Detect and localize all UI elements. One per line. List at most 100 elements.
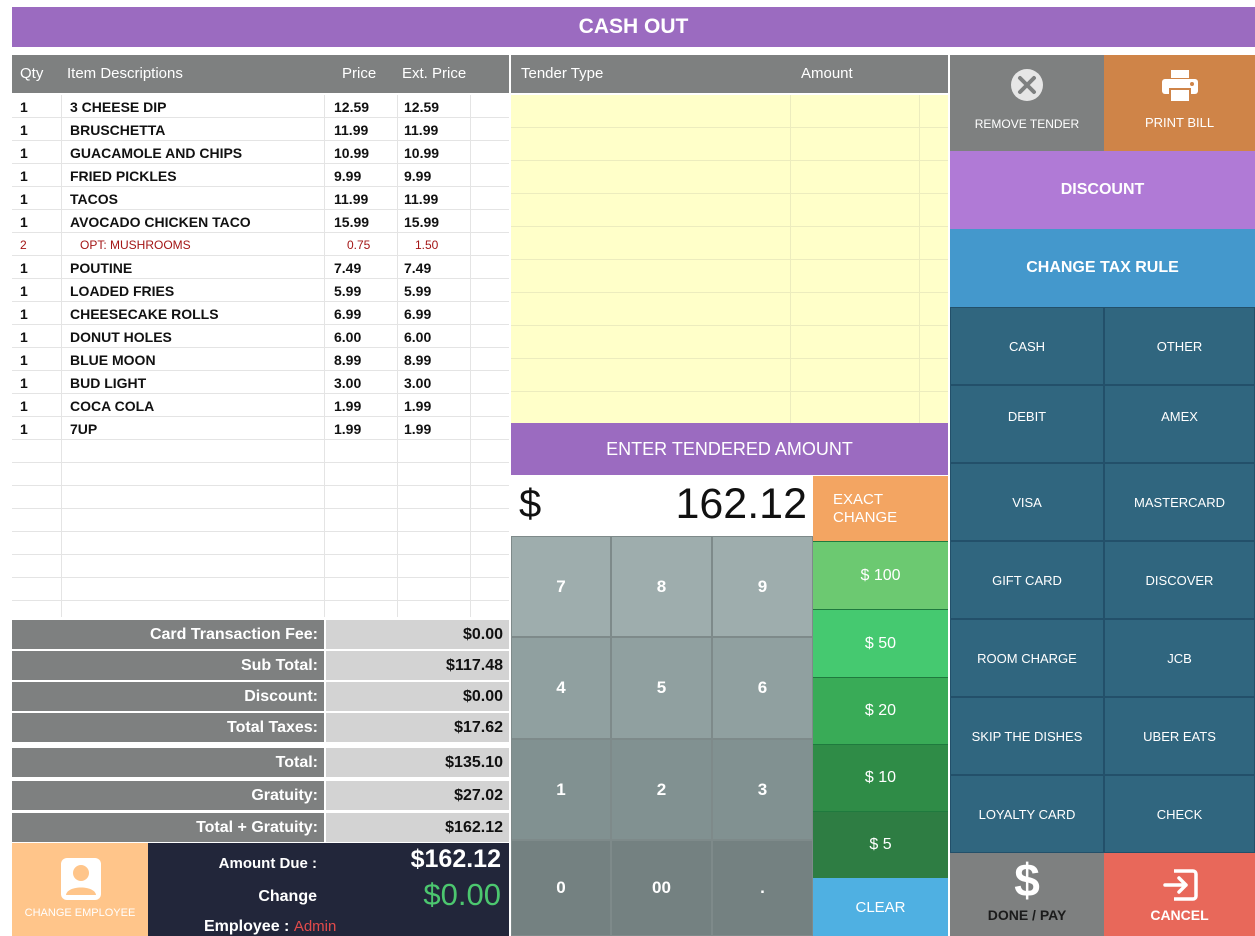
pay-amex-button[interactable]: AMEX bbox=[1104, 385, 1255, 463]
row-description: GUACAMOLE AND CHIPS bbox=[70, 145, 243, 161]
print-bill-button[interactable]: PRINT BILL bbox=[1104, 55, 1255, 151]
keypad-00[interactable]: 00 bbox=[611, 840, 712, 936]
pay-skip-the-dishes-button[interactable]: SKIP THE DISHES bbox=[950, 697, 1104, 775]
row-description: BUD LIGHT bbox=[70, 375, 147, 391]
table-row-empty bbox=[12, 555, 509, 578]
pay-mastercard-button[interactable]: MASTERCARD bbox=[1104, 463, 1255, 541]
keypad-9[interactable]: 9 bbox=[712, 536, 813, 637]
row-price: 10.99 bbox=[334, 145, 370, 161]
change-tax-rule-button[interactable]: CHANGE TAX RULE bbox=[950, 229, 1255, 307]
keypad-2[interactable]: 2 bbox=[611, 739, 712, 840]
table-row[interactable]: 1 LOADED FRIES 5.99 5.99 bbox=[12, 279, 509, 302]
row-description: TACOS bbox=[70, 191, 118, 207]
row-ext-price: 1.99 bbox=[404, 421, 432, 437]
row-description: COCA COLA bbox=[70, 398, 155, 414]
row-ext-price: 10.99 bbox=[404, 145, 440, 161]
enter-tendered-amount-bar: ENTER TENDERED AMOUNT bbox=[511, 423, 948, 475]
change-value: $0.00 bbox=[423, 877, 501, 912]
table-row[interactable]: 1 GUACAMOLE AND CHIPS 10.99 10.99 bbox=[12, 141, 509, 164]
pay-cash-button[interactable]: CASH bbox=[950, 307, 1104, 385]
table-row[interactable]: 1 BUD LIGHT 3.00 3.00 bbox=[12, 371, 509, 394]
table-row-option[interactable]: 2 OPT: MUSHROOMS 0.75 1.50 bbox=[12, 233, 509, 256]
items-table-body: 1 3 CHEESE DIP 12.59 12.59 1 BRUSCHETTA … bbox=[12, 95, 509, 617]
column-divider bbox=[61, 95, 62, 617]
table-row[interactable]: 1 COCA COLA 1.99 1.99 bbox=[12, 394, 509, 417]
pay-check-button[interactable]: CHECK bbox=[1104, 775, 1255, 853]
row-price: 8.99 bbox=[334, 352, 362, 368]
pay-uber-eats-button[interactable]: UBER EATS bbox=[1104, 697, 1255, 775]
row-ext-price: 6.99 bbox=[404, 306, 432, 322]
keypad-7[interactable]: 7 bbox=[511, 536, 611, 637]
pay-visa-button[interactable]: VISA bbox=[950, 463, 1104, 541]
tendered-amount-value: 162.12 bbox=[675, 480, 807, 528]
currency-symbol: $ bbox=[519, 482, 542, 526]
row-qty: 1 bbox=[20, 398, 28, 414]
table-row[interactable]: 1 AVOCADO CHICKEN TACO 15.99 15.99 bbox=[12, 210, 509, 233]
row-qty: 1 bbox=[20, 99, 28, 115]
cancel-button[interactable]: CANCEL bbox=[1104, 853, 1255, 936]
pay-debit-button[interactable]: DEBIT bbox=[950, 385, 1104, 463]
table-row-empty bbox=[12, 440, 509, 463]
table-row[interactable]: 1 BLUE MOON 8.99 8.99 bbox=[12, 348, 509, 371]
row-price: 11.99 bbox=[334, 122, 369, 138]
row-price: 1.99 bbox=[334, 398, 362, 414]
close-circle-icon bbox=[1009, 67, 1045, 103]
table-row[interactable]: 1 CHEESECAKE ROLLS 6.99 6.99 bbox=[12, 302, 509, 325]
done-pay-button[interactable]: $ DONE / PAY bbox=[950, 853, 1104, 936]
pay-gift-card-button[interactable]: GIFT CARD bbox=[950, 541, 1104, 619]
row-qty: 1 bbox=[20, 283, 28, 299]
cash-10-button[interactable]: $ 10 bbox=[813, 744, 948, 811]
exact-change-button[interactable]: EXACT CHANGE bbox=[813, 476, 948, 541]
pay-other-button[interactable]: OTHER bbox=[1104, 307, 1255, 385]
pay-loyalty-card-button[interactable]: LOYALTY CARD bbox=[950, 775, 1104, 853]
row-description: AVOCADO CHICKEN TACO bbox=[70, 214, 251, 230]
tender-list[interactable] bbox=[511, 95, 948, 423]
keypad-0[interactable]: 0 bbox=[511, 840, 611, 936]
cash-20-button[interactable]: $ 20 bbox=[813, 677, 948, 744]
discount-button[interactable]: DISCOUNT bbox=[950, 151, 1255, 229]
print-bill-label: PRINT BILL bbox=[1144, 115, 1215, 130]
keypad-8[interactable]: 8 bbox=[611, 536, 712, 637]
change-employee-button[interactable]: CHANGE EMPLOYEE bbox=[12, 843, 148, 936]
row-qty: 1 bbox=[20, 191, 28, 207]
keypad-6[interactable]: 6 bbox=[712, 637, 813, 739]
table-row[interactable]: 1 BRUSCHETTA 11.99 11.99 bbox=[12, 118, 509, 141]
tendered-amount-input[interactable]: $ 162.12 bbox=[511, 476, 813, 534]
table-row[interactable]: 1 FRIED PICKLES 9.99 9.99 bbox=[12, 164, 509, 187]
amount-due-value: $162.12 bbox=[410, 845, 501, 873]
table-row[interactable]: 1 7UP 1.99 1.99 bbox=[12, 417, 509, 440]
row-description: BLUE MOON bbox=[70, 352, 156, 368]
clear-button[interactable]: CLEAR bbox=[813, 878, 948, 936]
row-qty: 1 bbox=[20, 122, 28, 138]
table-row[interactable]: 1 3 CHEESE DIP 12.59 12.59 bbox=[12, 95, 509, 118]
qty-column-header: Qty bbox=[20, 65, 44, 82]
pay-jcb-button[interactable]: JCB bbox=[1104, 619, 1255, 697]
cash-50-button[interactable]: $ 50 bbox=[813, 609, 948, 677]
keypad-4[interactable]: 4 bbox=[511, 637, 611, 739]
keypad-5[interactable]: 5 bbox=[611, 637, 712, 739]
row-description: DONUT HOLES bbox=[70, 329, 172, 345]
row-description: 7UP bbox=[70, 421, 98, 437]
exit-icon bbox=[1162, 867, 1198, 903]
table-row[interactable]: 1 POUTINE 7.49 7.49 bbox=[12, 256, 509, 279]
row-ext-price: 11.99 bbox=[404, 122, 439, 138]
row-price: 0.75 bbox=[347, 238, 371, 252]
keypad-1[interactable]: 1 bbox=[511, 739, 611, 840]
table-row-empty bbox=[12, 509, 509, 532]
cash-5-button[interactable]: $ 5 bbox=[813, 811, 948, 878]
discount-label: Discount: bbox=[12, 682, 324, 711]
pay-room-charge-button[interactable]: ROOM CHARGE bbox=[950, 619, 1104, 697]
cash-100-button[interactable]: $ 100 bbox=[813, 541, 948, 609]
pay-discover-button[interactable]: DISCOVER bbox=[1104, 541, 1255, 619]
row-price: 11.99 bbox=[334, 191, 369, 207]
keypad-decimal[interactable]: . bbox=[712, 840, 813, 936]
amount-due-panel: Amount Due : $162.12 Change $0.00 Employ… bbox=[148, 843, 509, 936]
keypad-3[interactable]: 3 bbox=[712, 739, 813, 840]
total-taxes-value: $17.62 bbox=[326, 713, 509, 742]
row-description: 3 CHEESE DIP bbox=[70, 99, 167, 115]
table-row[interactable]: 1 DONUT HOLES 6.00 6.00 bbox=[12, 325, 509, 348]
table-row[interactable]: 1 TACOS 11.99 11.99 bbox=[12, 187, 509, 210]
column-divider bbox=[397, 95, 398, 617]
remove-tender-button[interactable]: REMOVE TENDER bbox=[950, 55, 1104, 151]
table-row-empty bbox=[12, 578, 509, 601]
